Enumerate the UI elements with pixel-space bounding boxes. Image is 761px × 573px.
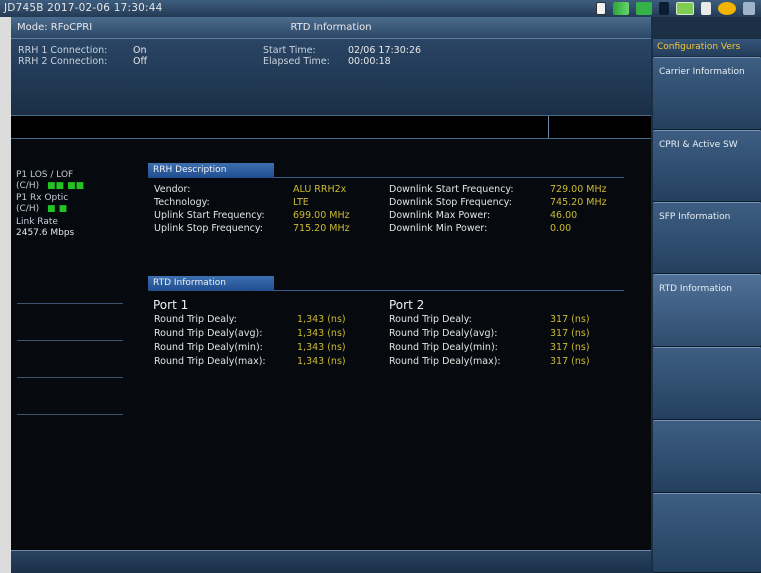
network-icon <box>676 2 694 15</box>
memory-icon <box>596 2 606 15</box>
rrh1-connection-label: RRH 1 Connection: <box>18 45 108 56</box>
section-divider <box>274 177 624 178</box>
rtd-information-header: RTD Information <box>148 276 274 291</box>
los-lof-indicators: ■■ ■■ <box>47 181 85 191</box>
downlink-start-value: 729.00 MHz <box>550 184 607 195</box>
link-rate-label: Link Rate <box>16 217 58 227</box>
signal-icon <box>613 2 629 15</box>
technology-value: LTE <box>293 197 309 208</box>
status-bar: JD745B 2017-02-06 17:30:44 <box>0 0 761 17</box>
measurement-area: Mode: RFoCPRI RTD Information RRH 1 Conn… <box>11 17 651 573</box>
antenna-icon <box>659 2 669 15</box>
carrier-information-softkey[interactable]: Carrier Information <box>653 57 761 130</box>
vendor-label: Vendor: <box>154 184 191 195</box>
rrh-description-header: RRH Description <box>148 163 274 178</box>
divider <box>17 340 123 341</box>
port1-rtd-min-value: 1,343 (ns) <box>297 342 346 353</box>
softkey-5[interactable] <box>653 347 761 420</box>
divider <box>17 303 123 304</box>
port2-rtd-label: Round Trip Dealy: <box>389 314 472 325</box>
uplink-start-label: Uplink Start Frequency: <box>154 210 265 221</box>
divider <box>17 377 123 378</box>
bottom-bar <box>11 550 651 573</box>
message-bar-divider <box>548 116 549 138</box>
softkey-7[interactable] <box>653 493 761 573</box>
vendor-value: ALU RRH2x <box>293 184 347 195</box>
port2-rtd-avg-value: 317 (ns) <box>550 328 590 339</box>
uplink-start-value: 699.00 MHz <box>293 210 350 221</box>
divider <box>17 414 123 415</box>
battery-icon <box>743 2 755 15</box>
section-divider <box>274 290 624 291</box>
port1-title: Port 1 <box>153 298 189 312</box>
elapsed-time-value: 00:00:18 <box>348 56 391 67</box>
start-time-label: Start Time: <box>263 45 316 56</box>
downlink-max-power-label: Downlink Max Power: <box>389 210 491 221</box>
gps-icon <box>636 2 652 15</box>
p1-los-lof-label: P1 LOS / LOF <box>16 170 74 180</box>
port2-rtd-value: 317 (ns) <box>550 314 590 325</box>
downlink-stop-value: 745.20 MHz <box>550 197 607 208</box>
downlink-stop-label: Downlink Stop Frequency: <box>389 197 512 208</box>
port2-title: Port 2 <box>389 298 425 312</box>
port1-rtd-label: Round Trip Dealy: <box>154 314 237 325</box>
cpri-active-sw-softkey[interactable]: CPRI & Active SW <box>653 130 761 202</box>
port1-rtd-min-label: Round Trip Dealy(min): <box>154 342 263 353</box>
screen-title: RTD Information <box>290 22 372 33</box>
port2-rtd-max-label: Round Trip Dealy(max): <box>389 356 501 367</box>
port1-rtd-max-label: Round Trip Dealy(max): <box>154 356 266 367</box>
uplink-stop-label: Uplink Stop Frequency: <box>154 223 264 234</box>
link-rate-value: 2457.6 Mbps <box>16 228 75 238</box>
port-status-panel: P1 LOS / LOF (C/H) ■■ ■■ P1 Rx Optic (C/… <box>11 139 129 439</box>
port1-rtd-avg-label: Round Trip Dealy(avg): <box>154 328 263 339</box>
technology-label: Technology: <box>154 197 210 208</box>
help-icon[interactable] <box>718 2 736 15</box>
downlink-min-power-value: 0.00 <box>550 223 572 234</box>
rtd-information-softkey[interactable]: RTD Information <box>653 274 761 347</box>
status-icons <box>596 1 755 16</box>
port1-rtd-max-value: 1,343 (ns) <box>297 356 346 367</box>
rrh2-connection-label: RRH 2 Connection: <box>18 56 108 67</box>
downlink-min-power-label: Downlink Min Power: <box>389 223 488 234</box>
port1-rtd-avg-value: 1,343 (ns) <box>297 328 346 339</box>
elapsed-time-label: Elapsed Time: <box>263 56 330 67</box>
start-time-value: 02/06 17:30:26 <box>348 45 422 56</box>
downlink-start-label: Downlink Start Frequency: <box>389 184 514 195</box>
configuration-version-softkey[interactable]: Configuration Vers <box>653 39 761 56</box>
instrument-title: JD745B 2017-02-06 17:30:44 <box>4 2 163 14</box>
usb-icon <box>701 2 711 15</box>
message-bar <box>11 115 651 139</box>
port1-rtd-value: 1,343 (ns) <box>297 314 346 325</box>
p1-rx-optic-label: P1 Rx Optic <box>16 193 69 203</box>
connection-panel: RRH 1 Connection: On RRH 2 Connection: O… <box>11 39 651 115</box>
downlink-max-power-value: 46.00 <box>550 210 578 221</box>
rx-optic-indicators: ■ ■ <box>47 204 68 214</box>
port2-rtd-min-value: 317 (ns) <box>550 342 590 353</box>
port2-rtd-max-value: 317 (ns) <box>550 356 590 367</box>
mode-header: Mode: RFoCPRI RTD Information <box>11 17 651 39</box>
port2-rtd-avg-label: Round Trip Dealy(avg): <box>389 328 498 339</box>
uplink-stop-value: 715.20 MHz <box>293 223 350 234</box>
port2-rtd-min-label: Round Trip Dealy(min): <box>389 342 498 353</box>
softkey-6[interactable] <box>653 420 761 493</box>
rrh1-connection-value: On <box>133 45 147 56</box>
rrh2-connection-value: Off <box>133 56 148 67</box>
sfp-information-softkey[interactable]: SFP Information <box>653 202 761 274</box>
softkey-panel: Configuration Vers Carrier Information C… <box>651 17 761 573</box>
